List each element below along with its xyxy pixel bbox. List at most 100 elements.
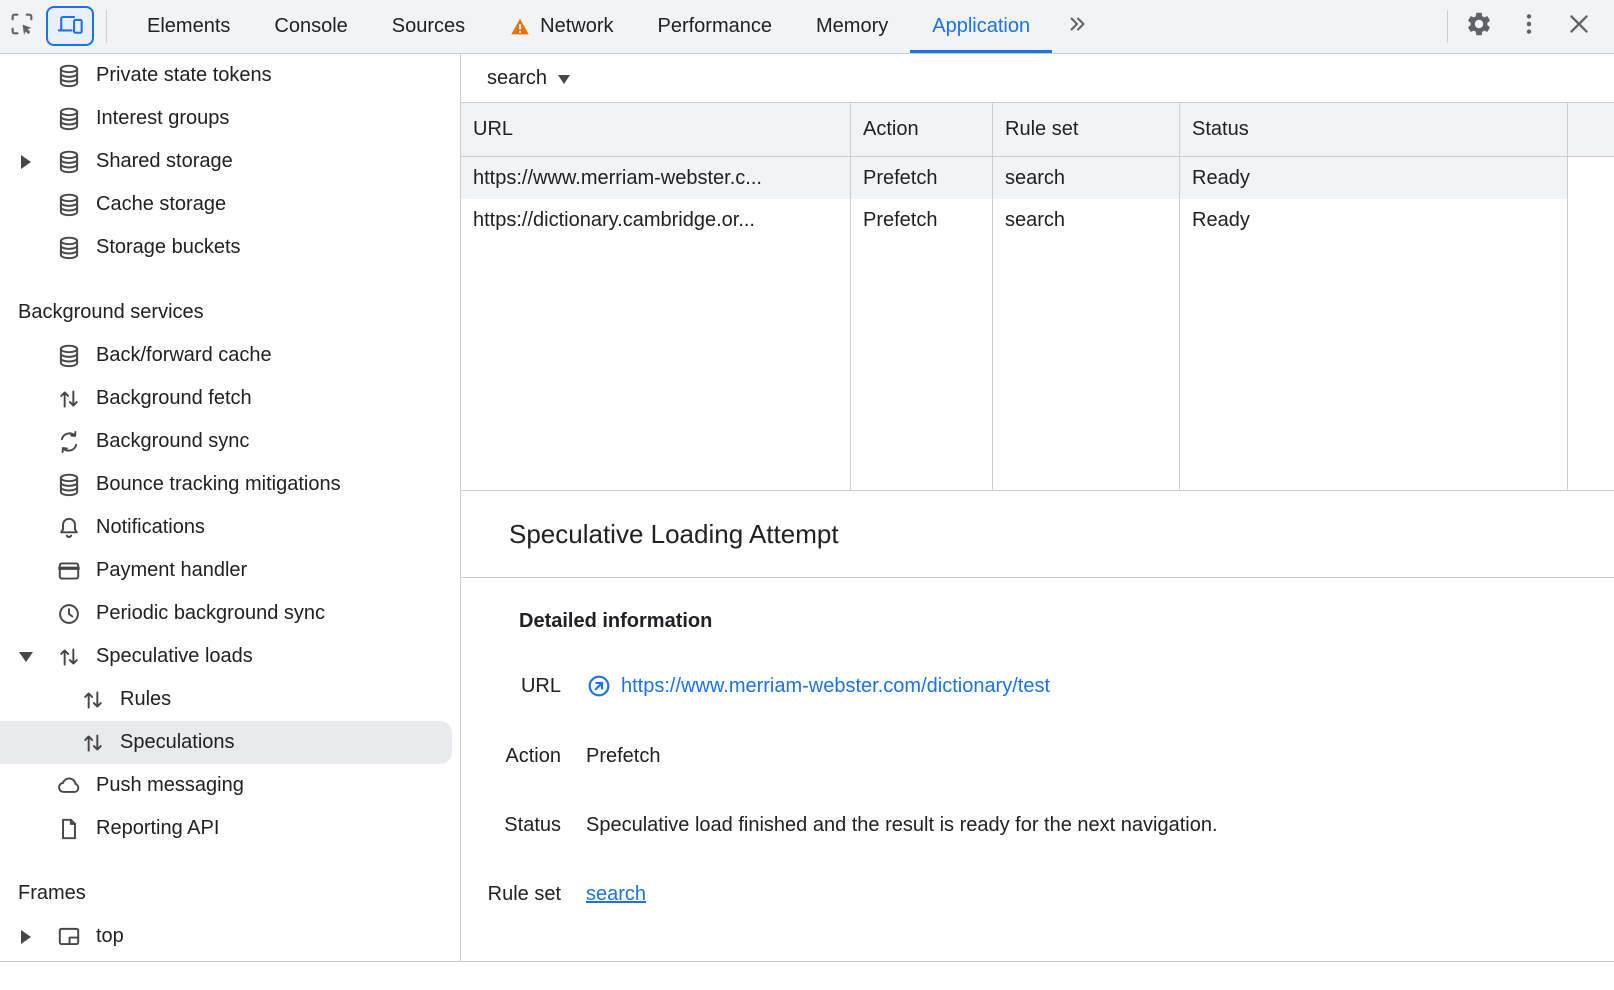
tab-sources[interactable]: Sources [370, 0, 487, 53]
cell-url: https://dictionary.cambridge.or... [461, 199, 851, 241]
sidebar-item-label: Reporting API [96, 817, 219, 840]
sidebar-item-speculative-loads[interactable]: Speculative loads [0, 635, 452, 678]
toolbar-divider [1447, 10, 1448, 43]
cell-status: Ready [1180, 199, 1568, 241]
document-icon [56, 816, 82, 842]
sidebar-item-label: Speculations [120, 731, 235, 754]
gear-icon [1465, 10, 1493, 43]
sidebar-section-background-services: Background services [0, 291, 460, 334]
three-dot-menu-icon [1515, 10, 1543, 43]
sidebar-item-periodic-background-sync[interactable]: Periodic background sync [0, 592, 452, 635]
sidebar-item-background-fetch[interactable]: Background fetch [0, 377, 452, 420]
sidebar-item-notifications[interactable]: Notifications [0, 506, 452, 549]
speculations-view: search URL Action Rule set Status https:… [461, 54, 1614, 990]
sidebar-item-label: Notifications [96, 516, 205, 539]
triangle-right-icon [21, 155, 31, 169]
column-header-action[interactable]: Action [851, 103, 993, 156]
filter-selected-value: search [487, 67, 547, 90]
detail-label: URL [461, 675, 561, 698]
detail-row-action: Action Prefetch [461, 745, 1614, 768]
sidebar-item-background-sync[interactable]: Background sync [0, 420, 452, 463]
bell-icon [56, 515, 82, 541]
inspect-element-button[interactable] [0, 0, 44, 53]
chevron-double-right-icon [1066, 12, 1090, 41]
close-devtools-button[interactable] [1554, 10, 1604, 43]
sidebar-item-speculations[interactable]: Speculations [0, 721, 452, 764]
sidebar-item-private-state-tokens[interactable]: Private state tokens [0, 54, 452, 97]
speculations-filter-bar: search [461, 54, 1614, 103]
column-header-url[interactable]: URL [461, 103, 851, 156]
section-label: Frames [18, 882, 86, 905]
table-header-row: URL Action Rule set Status [461, 103, 1614, 157]
sidebar-item-label: top [96, 925, 124, 948]
sidebar-item-shared-storage[interactable]: Shared storage [0, 140, 452, 183]
expand-arrow[interactable] [18, 155, 56, 169]
column-header-rule-set[interactable]: Rule set [993, 103, 1180, 156]
database-icon [56, 343, 82, 369]
settings-button[interactable] [1454, 10, 1504, 43]
cell-action: Prefetch [851, 199, 993, 241]
rule-set-link[interactable]: search [586, 883, 646, 906]
up-down-arrows-icon [56, 644, 82, 670]
devtools-menu-button[interactable] [1504, 10, 1554, 43]
detail-label: Status [461, 814, 561, 837]
more-tabs-button[interactable] [1052, 0, 1104, 53]
cell-url: https://www.merriam-webster.c... [461, 157, 851, 199]
sidebar-item-storage-buckets[interactable]: Storage buckets [0, 226, 452, 269]
warning-triangle-icon [509, 16, 531, 38]
tab-label: Network [540, 15, 613, 38]
tab-console[interactable]: Console [252, 0, 369, 53]
table-row[interactable]: https://www.merriam-webster.c... Prefetc… [461, 157, 1614, 199]
database-icon [56, 149, 82, 175]
sidebar-section-frames: Frames [0, 872, 460, 915]
speculations-table: URL Action Rule set Status https://www.m… [461, 103, 1614, 491]
sidebar-item-rules[interactable]: Rules [0, 678, 452, 721]
collapse-arrow[interactable] [18, 652, 56, 662]
sidebar-item-back-forward-cache[interactable]: Back/forward cache [0, 334, 452, 377]
cell-action: Prefetch [851, 157, 993, 199]
cloud-icon [56, 773, 82, 799]
sidebar-item-bounce-tracking-mitigations[interactable]: Bounce tracking mitigations [0, 463, 452, 506]
sidebar-item-reporting-api[interactable]: Reporting API [0, 807, 452, 850]
detail-value-action: Prefetch [586, 745, 660, 768]
inspect-cursor-icon [8, 10, 36, 43]
scrollbar-gutter [1568, 199, 1614, 241]
ruleset-filter-dropdown[interactable]: search [487, 67, 570, 90]
tab-network[interactable]: Network [487, 0, 635, 53]
tab-performance[interactable]: Performance [636, 0, 795, 53]
tab-label: Application [932, 15, 1030, 38]
tab-application[interactable]: Application [910, 0, 1052, 53]
report-title: Speculative Loading Attempt [509, 519, 839, 550]
sidebar-item-label: Rules [120, 688, 171, 711]
up-down-arrows-icon [80, 730, 106, 756]
detail-value-status: Speculative load finished and the result… [586, 814, 1218, 837]
scrollbar-gutter [1568, 157, 1614, 199]
sidebar-item-payment-handler[interactable]: Payment handler [0, 549, 452, 592]
expand-arrow[interactable] [18, 930, 56, 944]
devtools-toolbar: Elements Console Sources Network Perform… [0, 0, 1614, 54]
tab-label: Sources [392, 15, 465, 38]
sidebar-item-interest-groups[interactable]: Interest groups [0, 97, 452, 140]
up-down-arrows-icon [56, 386, 82, 412]
section-label: Background services [18, 301, 204, 324]
device-toolbar-icon [56, 10, 84, 43]
triangle-down-icon [19, 652, 33, 662]
tab-memory[interactable]: Memory [794, 0, 910, 53]
sidebar-item-push-messaging[interactable]: Push messaging [0, 764, 452, 807]
database-icon [56, 192, 82, 218]
table-row[interactable]: https://dictionary.cambridge.or... Prefe… [461, 199, 1614, 241]
attempt-url-link[interactable]: https://www.merriam-webster.com/dictiona… [621, 675, 1050, 698]
cell-rule-set: search [993, 199, 1180, 241]
reveal-url-icon[interactable] [586, 673, 612, 699]
database-icon [56, 235, 82, 261]
toggle-device-toolbar-button[interactable] [46, 6, 94, 46]
toolbar-divider [106, 10, 107, 43]
database-icon [56, 106, 82, 132]
sidebar-item-top-frame[interactable]: top [0, 915, 452, 958]
sidebar-item-cache-storage[interactable]: Cache storage [0, 183, 452, 226]
column-header-status[interactable]: Status [1180, 103, 1568, 156]
detail-label: Rule set [461, 883, 561, 906]
tab-elements[interactable]: Elements [125, 0, 252, 53]
sidebar-item-label: Private state tokens [96, 64, 272, 87]
caret-down-icon [558, 75, 570, 84]
